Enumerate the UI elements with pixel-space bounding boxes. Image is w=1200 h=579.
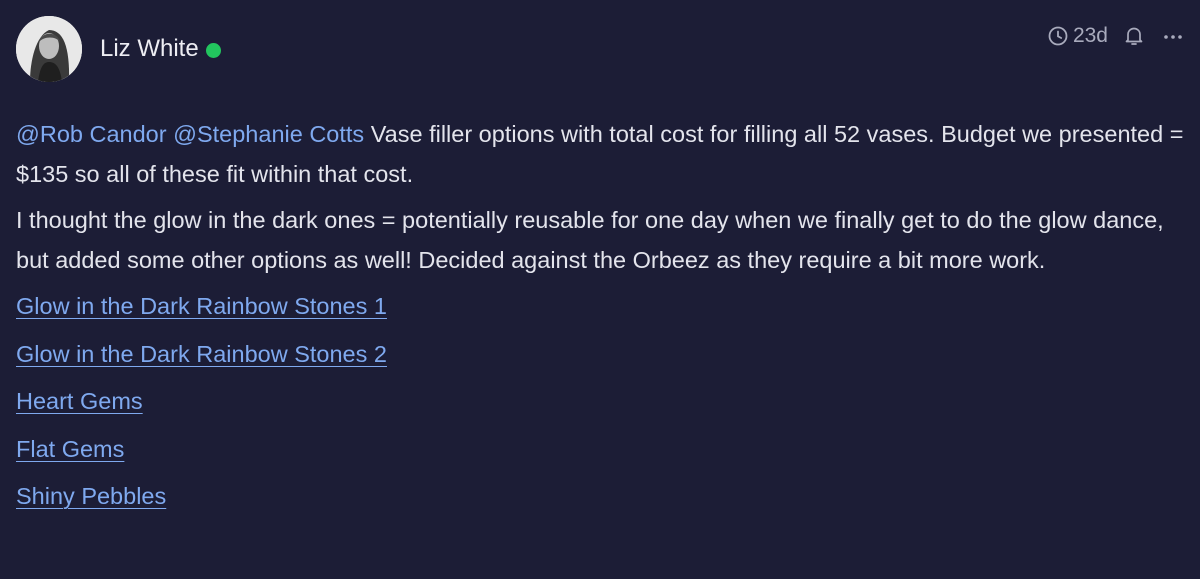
comment-paragraph-1: @Rob Candor @Stephanie Cotts Vase filler…	[16, 114, 1186, 194]
comment-age: 23d	[1072, 24, 1108, 47]
author-row: Liz White	[100, 34, 221, 64]
comment-card: Liz White 23d @Rob Candor @Stephanie Cot…	[0, 0, 1200, 579]
mention-rob-candor[interactable]: @Rob Candor	[16, 121, 167, 147]
comment-body: @Rob Candor @Stephanie Cotts Vase filler…	[16, 114, 1186, 524]
link-heart-gems[interactable]: Heart Gems	[16, 381, 143, 421]
link-glow-stones-1[interactable]: Glow in the Dark Rainbow Stones 1	[16, 286, 387, 326]
bell-icon[interactable]	[1124, 25, 1144, 47]
link-list: Glow in the Dark Rainbow Stones 1 Glow i…	[16, 286, 1186, 516]
comment-meta: 23d	[1047, 24, 1184, 48]
online-status-dot	[205, 42, 221, 58]
avatar[interactable]	[16, 16, 82, 82]
person-avatar-icon	[16, 16, 82, 82]
comment-paragraph-2: I thought the glow in the dark ones = po…	[16, 207, 1164, 273]
clock-icon	[1047, 25, 1069, 47]
link-flat-gems[interactable]: Flat Gems	[16, 429, 124, 469]
link-shiny-pebbles[interactable]: Shiny Pebbles	[16, 476, 166, 516]
link-glow-stones-2[interactable]: Glow in the Dark Rainbow Stones 2	[16, 334, 387, 374]
comment-header: Liz White 23d	[16, 16, 1184, 84]
more-options-icon[interactable]	[1162, 25, 1184, 47]
mention-stephanie-cotts[interactable]: @Stephanie Cotts	[173, 121, 364, 147]
author-name[interactable]: Liz White	[100, 34, 199, 64]
